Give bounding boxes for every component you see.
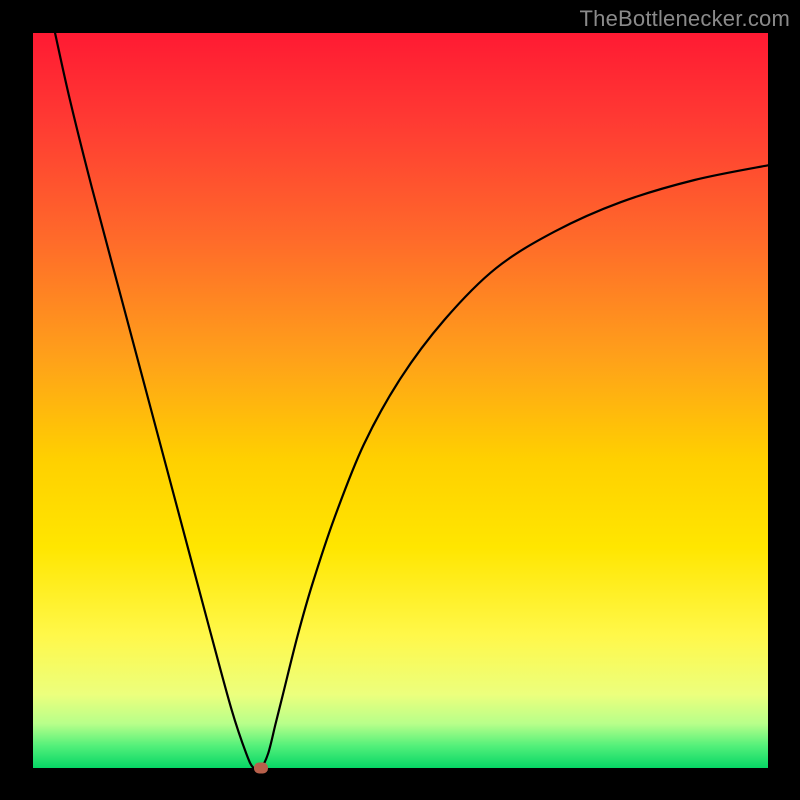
chart-frame: TheBottlenecker.com (0, 0, 800, 800)
plot-area (33, 33, 768, 768)
watermark-text: TheBottlenecker.com (580, 6, 790, 32)
bottleneck-curve (33, 33, 768, 768)
optimal-marker (254, 763, 268, 774)
